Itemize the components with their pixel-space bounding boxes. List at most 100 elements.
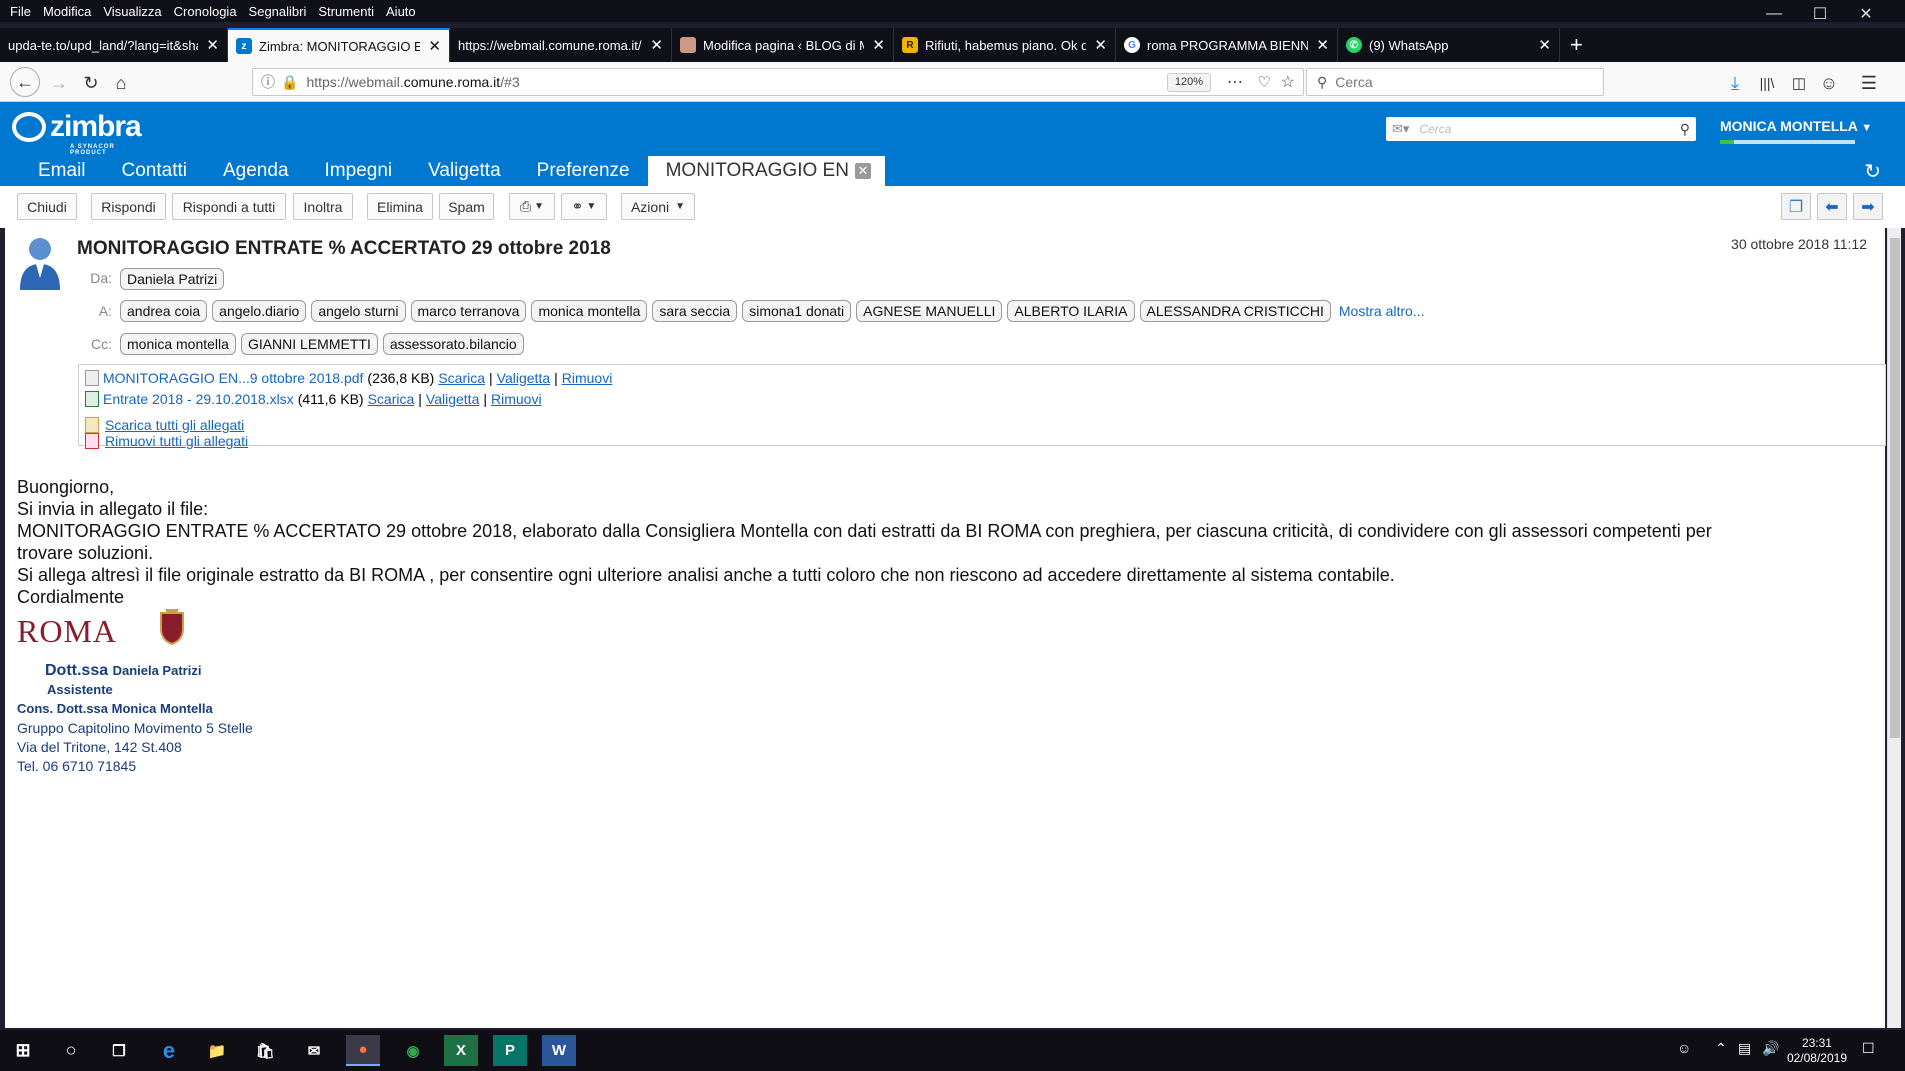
new-tab-icon[interactable]: + [1560,28,1593,62]
tab-impegni[interactable]: Impegni [307,156,411,186]
home-icon[interactable]: ⌂ [108,70,134,96]
menu-modifica[interactable]: Modifica [43,4,91,19]
close-tab-icon[interactable]: ✕ [1538,36,1551,54]
recipient-chip[interactable]: simona1 donati [742,300,852,322]
forward-icon[interactable]: → [46,70,72,96]
minimize-icon[interactable]: — [1751,0,1797,28]
attachment-name[interactable]: Entrate 2018 - 29.10.2018.xlsx [103,391,294,407]
tab-message[interactable]: MONITORAGGIO EN ✕ [647,156,885,186]
briefcase-link[interactable]: Valigetta [497,370,550,386]
tab-zimbra[interactable]: z Zimbra: MONITORAGGIO ENTRATE ✕ [228,28,450,62]
volume-icon[interactable]: 🔊 [1762,1040,1779,1057]
remove-link[interactable]: Rimuovi [491,391,542,407]
windows-start-icon[interactable]: ⊞ [6,1035,40,1066]
attachment-name[interactable]: MONITORAGGIO EN...9 ottobre 2018.pdf [103,370,363,386]
reload-icon[interactable]: ↻ [78,70,104,96]
from-chip[interactable]: Daniela Patrizi [120,268,225,290]
system-clock[interactable]: 23:31 02/08/2019 [1787,1036,1847,1066]
recipient-chip[interactable]: sara seccia [652,300,738,322]
cc-chip[interactable]: GIANNI LEMMETTI [240,333,378,355]
remove-link[interactable]: Rimuovi [562,370,613,386]
browser-search-field[interactable]: ⚲ Cerca [1306,68,1604,96]
tray-expand-icon[interactable]: ⌃ [1715,1040,1727,1057]
close-icon[interactable]: ✕ [854,163,871,179]
close-window-icon[interactable]: ✕ [1843,0,1889,28]
library-icon[interactable]: |||\ [1754,70,1780,96]
forward-button[interactable]: Inoltra [293,193,353,220]
reply-all-button[interactable]: Rispondi a tutti [172,193,286,220]
zimbra-search-field[interactable]: ✉▾ Cerca ⚲ [1386,117,1696,141]
spam-button[interactable]: Spam [439,193,494,220]
search-icon[interactable]: ⚲ [1680,121,1690,138]
close-button[interactable]: Chiudi [17,193,77,220]
zimbra-logo[interactable]: zimbra A SYNACOR PRODUCT [12,110,142,156]
tab-webmail[interactable]: https://webmail.comune.roma.it/servi ✕ [450,28,672,62]
remove-all-link[interactable]: Rimuovi tutti gli allegati [105,433,248,449]
close-tab-icon[interactable]: ✕ [428,37,441,55]
tab-upda[interactable]: upda-te.to/upd_land/?lang=it&sha ✕ [0,28,228,62]
pocket-icon[interactable]: ♡ [1258,73,1271,91]
sidebar-icon[interactable]: ◫ [1786,70,1812,96]
tab-whatsapp[interactable]: ✆ (9) WhatsApp ✕ [1338,28,1560,62]
chrome-icon[interactable]: ◉ [396,1035,430,1066]
tab-email[interactable]: Email [20,156,104,186]
recipient-chip[interactable]: ALBERTO ILARIA [1007,300,1135,322]
hamburger-menu-icon[interactable]: ☰ [1856,70,1882,96]
download-link[interactable]: Scarica [368,391,415,407]
more-actions-icon[interactable]: ⋯ [1227,72,1243,92]
url-bar[interactable]: ⓘ 🔒 https://webmail.comune.roma.it/#3 12… [252,68,1304,96]
file-explorer-icon[interactable]: 📁 [200,1035,234,1066]
close-tab-icon[interactable]: ✕ [1316,36,1329,54]
publisher-icon[interactable]: P [493,1035,527,1066]
info-icon[interactable]: ⓘ [261,72,275,92]
reply-button[interactable]: Rispondi [91,193,166,220]
close-tab-icon[interactable]: ✕ [206,36,219,54]
close-tab-icon[interactable]: ✕ [872,36,885,54]
tab-preferenze[interactable]: Preferenze [519,156,648,186]
bookmark-star-icon[interactable]: ☆ [1281,72,1295,92]
menu-segnalibri[interactable]: Segnalibri [249,4,307,19]
recipient-chip[interactable]: angelo sturni [311,300,406,322]
refresh-icon[interactable]: ↻ [1864,159,1881,184]
cortana-icon[interactable]: ○ [54,1035,88,1066]
edge-icon[interactable]: e [152,1035,186,1066]
close-tab-icon[interactable]: ✕ [650,36,663,54]
tab-blog[interactable]: Modifica pagina ‹ BLOG di Monica ✕ [672,28,894,62]
back-icon[interactable]: ← [10,67,40,97]
briefcase-link[interactable]: Valigetta [426,391,479,407]
actions-button[interactable]: Azioni ▼ [621,193,695,220]
recipient-chip[interactable]: ALESSANDRA CRISTICCHI [1139,300,1331,322]
next-message-icon[interactable]: ➡ [1853,193,1883,220]
tab-valigetta[interactable]: Valigetta [410,156,519,186]
word-icon[interactable]: W [542,1035,576,1066]
show-more-link[interactable]: Mostra altro... [1339,303,1425,319]
download-icon[interactable]: ⤓ [1722,70,1748,96]
mail-icon[interactable]: ✉ [297,1035,331,1066]
tag-menu-button[interactable]: ⚭ ▼ [561,193,607,220]
task-view-icon[interactable]: ❐ [102,1035,136,1066]
tab-agenda[interactable]: Agenda [205,156,307,186]
menu-cronologia[interactable]: Cronologia [174,4,237,19]
download-link[interactable]: Scarica [438,370,485,386]
tab-rifiuti[interactable]: R Rifiuti, habemus piano. Ok dalla ✕ [894,28,1116,62]
vertical-scrollbar[interactable] [1887,228,1901,1028]
cc-chip[interactable]: assessorato.bilancio [382,333,524,355]
recipient-chip[interactable]: marco terranova [410,300,527,322]
excel-icon[interactable]: X [444,1035,478,1066]
zoom-indicator[interactable]: 120% [1166,73,1211,92]
recipient-chip[interactable]: angelo.diario [212,300,307,322]
recipient-chip[interactable]: andrea coia [120,300,208,322]
scrollbar-thumb[interactable] [1890,238,1900,738]
account-icon[interactable]: ☺ [1816,70,1842,96]
store-icon[interactable]: 🛍 [248,1035,282,1066]
close-tab-icon[interactable]: ✕ [1094,36,1107,54]
network-icon[interactable]: ▤ [1738,1040,1751,1057]
delete-button[interactable]: Elimina [367,193,433,220]
menu-file[interactable]: File [10,4,31,19]
people-icon[interactable]: ☺ [1677,1040,1691,1056]
user-menu[interactable]: MONICA MONTELLA ▼ [1720,118,1872,134]
print-menu-button[interactable]: ⎙ ▼ [509,193,555,220]
menu-strumenti[interactable]: Strumenti [318,4,374,19]
mail-search-type-icon[interactable]: ✉▾ [1392,121,1409,137]
maximize-icon[interactable]: ☐ [1797,0,1843,28]
